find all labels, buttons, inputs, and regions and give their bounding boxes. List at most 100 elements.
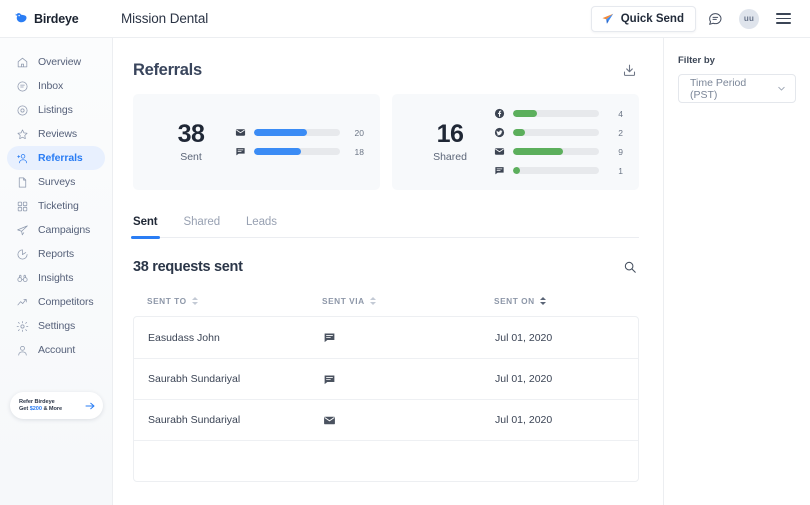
gear-icon	[16, 320, 29, 333]
filter-panel-title: Filter by	[678, 55, 796, 66]
quick-send-button[interactable]: Quick Send	[591, 6, 696, 32]
location-pin-icon	[16, 104, 29, 117]
bar-row-sms: 1	[494, 165, 623, 176]
column-header-sent-via[interactable]: SENT VIA	[322, 296, 494, 306]
app-root: Birdeye Mission Dental Quick Send uu	[0, 0, 810, 505]
sort-toggle-icon[interactable]	[370, 297, 376, 305]
body: Overview Inbox Listings Reviews Referral…	[0, 38, 810, 505]
bar-value: 2	[607, 128, 623, 138]
paper-plane-icon	[601, 12, 615, 26]
sidebar-item-label: Surveys	[38, 176, 75, 188]
sidebar-item-label: Listings	[38, 104, 73, 116]
column-label: SENT TO	[147, 296, 187, 306]
sort-toggle-icon[interactable]	[192, 297, 198, 305]
cell-sent-via	[323, 414, 495, 427]
grid-icon	[16, 200, 29, 213]
download-icon	[622, 63, 637, 78]
sidebar-item-surveys[interactable]: Surveys	[7, 170, 105, 194]
section-title: 38 requests sent	[133, 259, 243, 275]
sidebar-item-inbox[interactable]: Inbox	[7, 74, 105, 98]
facebook-icon	[494, 108, 505, 119]
envelope-icon	[235, 127, 246, 138]
sidebar-item-label: Insights	[38, 272, 73, 284]
table-row[interactable]	[134, 440, 638, 481]
brand-logo-area[interactable]: Birdeye	[0, 0, 113, 37]
bar-fill	[513, 110, 537, 117]
main-content: Referrals 38 Sent	[113, 38, 663, 505]
sidebar-item-reviews[interactable]: Reviews	[7, 122, 105, 146]
tab-shared[interactable]: Shared	[184, 216, 220, 237]
home-icon	[16, 56, 29, 69]
cell-sent-to: Saurabh Sundariyal	[148, 414, 323, 426]
section-header: 38 requests sent	[133, 258, 639, 276]
stat-bar-list: 20 18	[235, 127, 364, 157]
table-row[interactable]: Easudass John Jul 01, 2020	[134, 317, 638, 358]
bar-track	[513, 167, 599, 174]
sidebar-item-insights[interactable]: Insights	[7, 266, 105, 290]
bar-track	[254, 129, 340, 136]
chat-bubble-icon	[707, 11, 723, 27]
chat-bubble-icon	[323, 373, 336, 386]
sidebar-item-campaigns[interactable]: Campaigns	[7, 218, 105, 242]
document-icon	[16, 176, 29, 189]
sidebar-item-account[interactable]: Account	[7, 338, 105, 362]
stat-cards: 38 Sent 20 18	[133, 94, 639, 190]
time-period-select[interactable]: Time Period (PST)	[678, 74, 796, 103]
filter-panel: Filter by Time Period (PST)	[663, 38, 810, 505]
tab-leads[interactable]: Leads	[246, 216, 277, 237]
bar-row-email: 9	[494, 146, 623, 157]
sidebar-item-reports[interactable]: Reports	[7, 242, 105, 266]
bar-track	[513, 148, 599, 155]
bar-row-twitter: 2	[494, 127, 623, 138]
cell-sent-via	[323, 373, 495, 386]
sidebar: Overview Inbox Listings Reviews Referral…	[0, 38, 113, 505]
search-icon	[623, 260, 637, 274]
twitter-icon	[494, 127, 505, 138]
stat-bar-list: 4 2 9	[494, 108, 623, 176]
table-header-row: SENT TO SENT VIA SENT ON	[133, 296, 639, 316]
refer-birdeye-card[interactable]: Refer Birdeye Get $200 & More	[10, 392, 103, 419]
messages-button[interactable]	[700, 4, 730, 34]
pie-chart-icon	[16, 248, 29, 261]
column-header-sent-to[interactable]: SENT TO	[147, 296, 322, 306]
person-icon	[16, 344, 29, 357]
export-button[interactable]	[619, 60, 639, 80]
tab-sent[interactable]: Sent	[133, 216, 158, 237]
sort-toggle-icon[interactable]	[540, 297, 546, 305]
table-row[interactable]: Saurabh Sundariyal Jul 01, 2020	[134, 399, 638, 440]
search-button[interactable]	[621, 258, 639, 276]
sidebar-item-competitors[interactable]: Competitors	[7, 290, 105, 314]
refer-prefix: Get	[19, 406, 30, 412]
cell-sent-via	[323, 331, 495, 344]
page-title: Referrals	[133, 61, 202, 80]
binoculars-icon	[16, 272, 29, 285]
bar-fill	[513, 129, 525, 136]
referrals-table: SENT TO SENT VIA SENT ON Easudass John	[133, 296, 639, 482]
add-user-icon	[16, 152, 29, 165]
bar-value: 1	[607, 166, 623, 176]
chat-bubble-icon	[494, 165, 505, 176]
bar-track	[254, 148, 340, 155]
referrals-tabs: Sent Shared Leads	[133, 216, 639, 238]
sidebar-item-label: Ticketing	[38, 200, 79, 212]
table-row[interactable]: Saurabh Sundariyal Jul 01, 2020	[134, 358, 638, 399]
refer-amount: $200	[30, 406, 42, 412]
sidebar-item-label: Referrals	[38, 152, 83, 164]
sidebar-item-overview[interactable]: Overview	[7, 50, 105, 74]
sidebar-item-referrals[interactable]: Referrals	[7, 146, 105, 170]
refer-card-text: Refer Birdeye Get $200 & More	[19, 399, 62, 413]
sidebar-item-ticketing[interactable]: Ticketing	[7, 194, 105, 218]
column-header-sent-on[interactable]: SENT ON	[494, 296, 639, 306]
cell-sent-on: Jul 01, 2020	[495, 373, 638, 385]
sidebar-item-listings[interactable]: Listings	[7, 98, 105, 122]
sidebar-item-label: Overview	[38, 56, 81, 68]
stat-value: 38	[178, 121, 205, 149]
hamburger-menu-icon	[776, 13, 791, 23]
main-menu-button[interactable]	[768, 4, 798, 34]
stat-value: 16	[437, 121, 464, 149]
sidebar-item-settings[interactable]: Settings	[7, 314, 105, 338]
bar-value: 18	[348, 147, 364, 157]
user-avatar-button[interactable]: uu	[734, 4, 764, 34]
refer-suffix: & More	[42, 406, 62, 412]
bar-row-email: 20	[235, 127, 364, 138]
